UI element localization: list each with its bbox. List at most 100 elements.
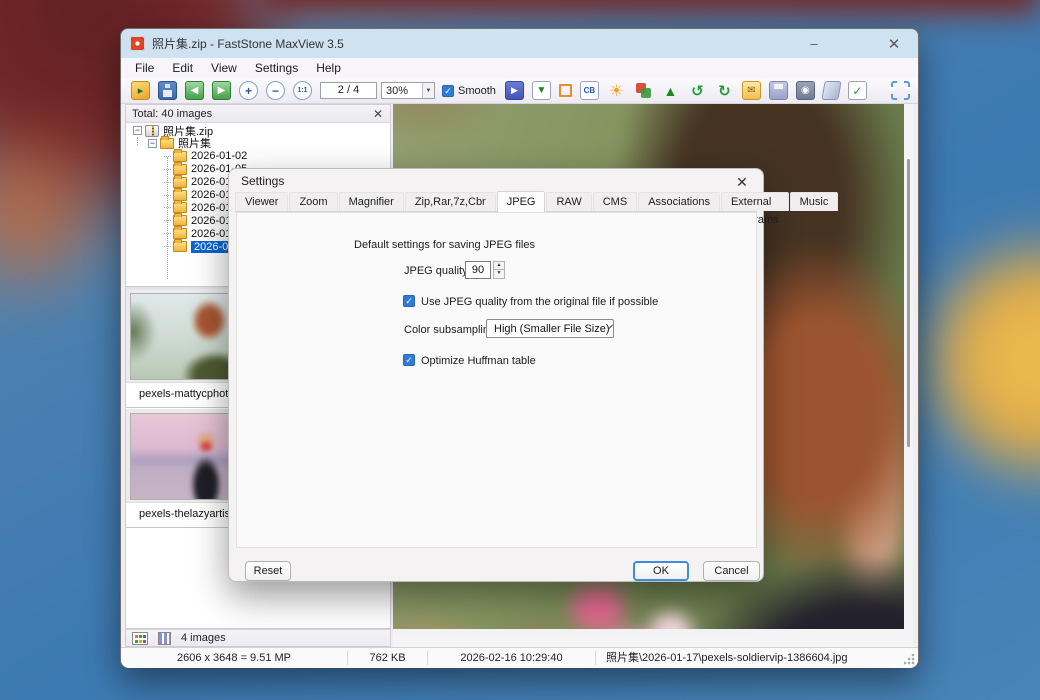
smooth-checkbox[interactable]: ✓ [442,85,454,97]
dialog-close-icon[interactable]: ✕ [731,173,753,191]
thumbnail-view-icon[interactable] [132,632,148,645]
scan-icon[interactable] [821,81,841,100]
crop-icon[interactable] [559,84,572,97]
rotate-left-icon[interactable]: ↺ [688,81,707,100]
settings-dialog: Settings ✕ ViewerZoom / ScrollMagnifierZ… [228,168,764,582]
open-icon[interactable]: ▸ [131,81,150,100]
use-original-quality-checkbox[interactable]: ✓ [403,295,415,307]
color-subsampling-select[interactable]: High (Smaller File Size) [486,319,614,338]
save-icon[interactable] [158,81,177,100]
folder-icon [173,228,187,239]
zoom-combo-arrow-icon[interactable]: ▼ [422,83,434,98]
tree-connector [164,182,171,183]
status-segment: 照片集\2026-01-17\pexels-soldiervip-1386604… [596,651,918,665]
tree-connector [164,220,171,221]
fullscreen-icon[interactable] [891,81,910,100]
status-bar: 2606 x 3648 = 9.51 MP762 KB2026-02-16 10… [121,647,918,668]
rotate-right-icon[interactable]: ↻ [715,81,734,100]
menu-file[interactable]: File [126,58,163,78]
zoom-out-icon[interactable]: − [266,81,285,100]
folder-icon [173,151,187,162]
folder-icon [173,190,187,201]
dialog-title: Settings [241,174,284,188]
tab-external-programs[interactable]: External Programs [721,192,789,211]
color-subsampling-value: High (Smaller File Size) [487,323,610,335]
tab-cms[interactable]: CMS [593,192,637,211]
title-bar[interactable]: 照片集.zip - FastStone MaxView 3.5 –✕ [121,29,918,58]
screen-capture-icon[interactable]: ◉ [796,81,815,100]
tab-magnifier[interactable]: Magnifier [339,192,404,211]
panel-close-icon[interactable]: ✕ [373,108,383,120]
stepper-down-icon[interactable]: ▼ [493,270,505,279]
brightness-icon[interactable]: ☀ [607,81,626,100]
tree-connector [164,195,171,196]
tab-raw[interactable]: RAW [546,192,591,211]
menu-settings[interactable]: Settings [246,58,307,78]
reset-button[interactable]: Reset [245,561,291,581]
browser-panel-footer: 4 images [125,629,391,647]
tree-item[interactable]: −照片集 [126,137,390,150]
effects-icon[interactable] [634,81,653,100]
tree-connector [164,207,171,208]
actual-size-icon[interactable]: 1:1 [293,81,312,100]
desktop-background: 照片集.zip - FastStone MaxView 3.5 –✕ FileE… [0,0,1040,700]
folder-icon [173,177,187,188]
jpeg-quality-stepper: ▲ ▼ [493,261,505,279]
optimize-huffman-checkbox[interactable]: ✓ [403,354,415,366]
check-icon: ✓ [444,86,452,96]
tab-viewer[interactable]: Viewer [235,192,288,211]
stepper-up-icon[interactable]: ▲ [493,261,505,270]
settings-tab-bar: ViewerZoom / ScrollMagnifierZip,Rar,7z,C… [235,192,757,212]
next-icon[interactable]: ▶ [212,81,231,100]
check-icon: ✓ [405,296,413,306]
histogram-icon[interactable]: ▲ [661,81,680,100]
use-original-quality-label: Use JPEG quality from the original file … [421,296,658,308]
tab-associations[interactable]: Associations [638,192,720,211]
resize-grip[interactable] [904,654,915,665]
tab-music[interactable]: Music [790,192,839,211]
status-segment: 2606 x 3648 = 9.51 MP [121,651,348,665]
vertical-scrollbar[interactable] [907,159,910,447]
check-icon: ✓ [405,355,413,365]
folder-icon [173,241,187,252]
tree-item[interactable]: 2026-01-02 [126,150,390,163]
page-indicator-field[interactable]: 2 / 4 [320,82,377,99]
toolbar: ▸◀▶+−1:1 2 / 4 30% ▼ ✓ Smooth ▶▼CB☀▲↺↻✉◉… [121,78,918,104]
jpeg-quality-input[interactable]: 90 [465,261,491,279]
email-icon[interactable]: ✉ [742,81,761,100]
tab-jpeg[interactable]: JPEG [497,191,546,212]
tab-zoom-scroll[interactable]: Zoom / Scroll [289,192,337,211]
collapse-icon[interactable]: − [148,139,157,148]
status-segment: 2026-02-16 10:29:40 [428,651,596,665]
slideshow-icon[interactable]: ▶ [505,81,524,100]
ok-button[interactable]: OK [633,561,689,581]
cancel-button[interactable]: Cancel [703,561,760,581]
menu-bar: FileEditViewSettingsHelp [121,58,918,78]
image-count-label: 4 images [181,632,226,644]
browser-panel-header: Total: 40 images ✕ [126,105,390,123]
previous-icon[interactable]: ◀ [185,81,204,100]
menu-edit[interactable]: Edit [163,58,202,78]
zoom-level-combo[interactable]: 30% ▼ [381,82,435,99]
menu-view[interactable]: View [202,58,246,78]
maximize-icon[interactable] [834,29,874,58]
jpeg-quality-label: JPEG quality : [404,265,474,277]
close-icon[interactable]: ✕ [874,29,914,58]
minimize-icon[interactable]: – [794,29,834,58]
total-images-label: Total: 40 images [126,108,212,120]
list-view-icon[interactable] [158,632,171,645]
jpeg-section-label: Default settings for saving JPEG files [354,239,535,251]
color-balance-icon[interactable]: CB [580,81,599,100]
tree-connector [164,169,171,170]
zip-icon [145,125,159,137]
zoom-in-icon[interactable]: + [239,81,258,100]
tree-connector [164,156,171,157]
settings-check-icon[interactable]: ✓ [848,81,867,100]
fit-window-icon[interactable]: ▼ [532,81,551,100]
print-icon[interactable] [769,81,788,100]
wallpaper-yellow-blob [930,240,1040,480]
menu-help[interactable]: Help [307,58,350,78]
collapse-icon[interactable]: − [133,126,142,135]
optimize-huffman-label: Optimize Huffman table [421,355,536,367]
tab-zip-rar-7z-cbr[interactable]: Zip,Rar,7z,Cbr [405,192,496,211]
